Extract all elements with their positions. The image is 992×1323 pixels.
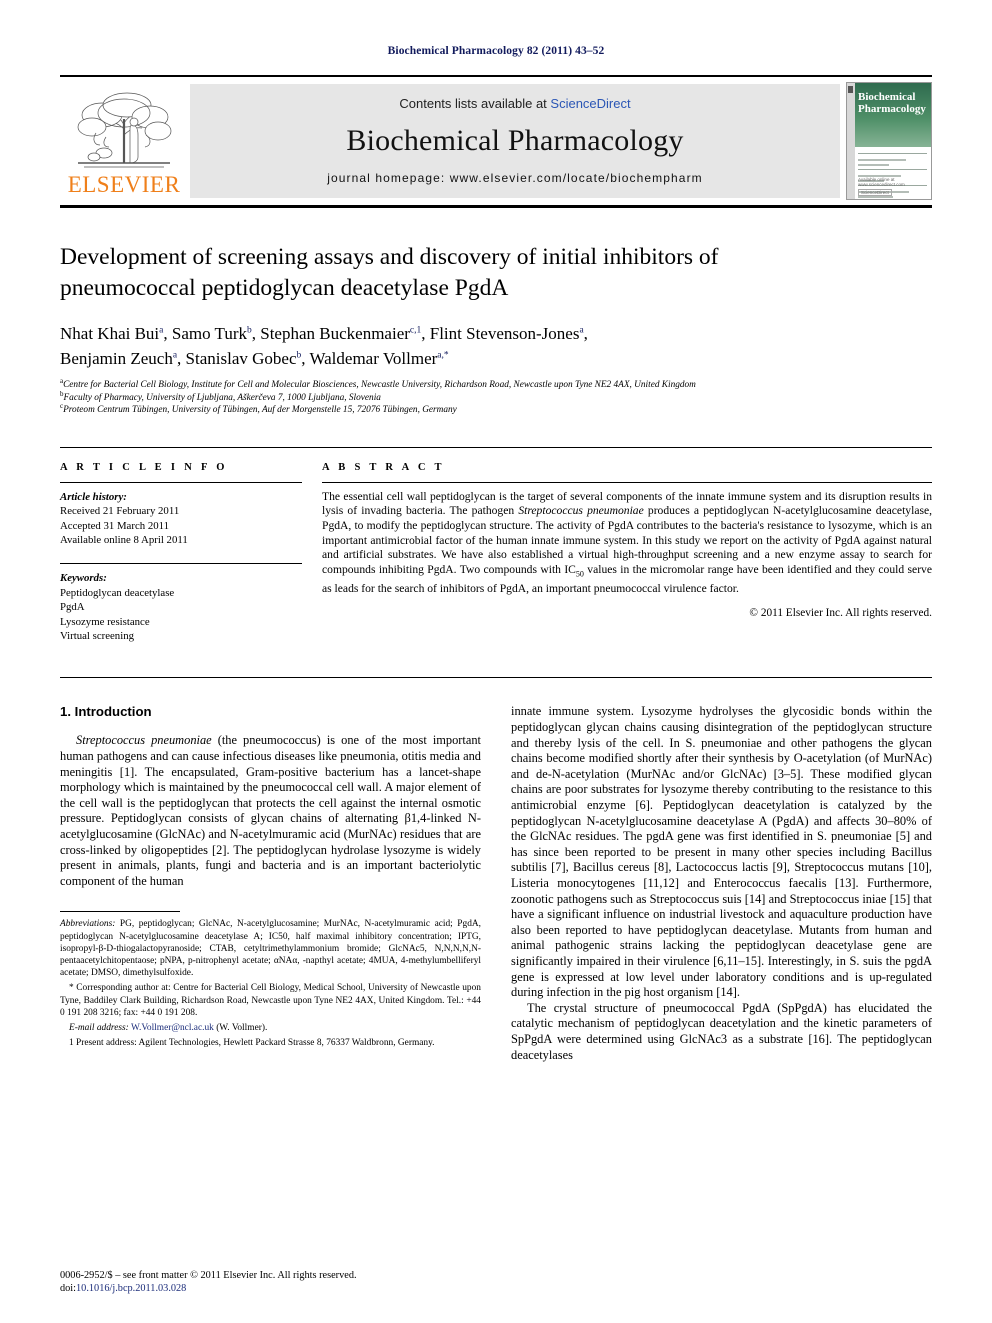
intro-paragraph-right-1: innate immune system. Lysozyme hydrolyse… [511,704,932,1000]
author-affil-mark: a [579,325,584,336]
keyword-item: Peptidoglycan deacetylase [60,586,175,599]
cover-title: Biochemical Pharmacology [858,91,928,115]
abbreviations-label: Abbreviations: [60,919,116,930]
journal-homepage[interactable]: journal homepage: www.elsevier.com/locat… [327,171,703,185]
elsevier-tree-icon [77,92,172,167]
author-name: Samo Turk [171,324,247,343]
author-affil-mark: a [159,325,164,336]
article-info-heading: A R T I C L E I N F O [60,461,228,473]
intro-species: Streptococcus pneumoniae [76,733,212,748]
author-affil-mark: c,1 [409,325,422,336]
elsevier-wordmark: ELSEVIER [67,171,181,197]
history-received: Received 21 February 2011 [60,505,180,518]
keywords-block: Keywords: Peptidoglycan deacetylase PgdA… [60,571,302,643]
article-history-label: Article history: [60,490,127,503]
abstract-species: Streptococcus pneumoniae [518,504,644,518]
journal-cover-thumbnail[interactable]: Biochemical Pharmacology Available onlin… [846,82,932,200]
keywords-label: Keywords: [60,572,107,585]
footnote-corresponding-author: * Corresponding author at: Centre for Ba… [60,983,481,1018]
article-title: Development of screening assays and disc… [60,244,719,301]
author-affil-mark: b [296,350,302,361]
author-name: Benjamin Zeuch [60,349,173,368]
cover-footer: Available online at www.sciencedirect.co… [858,177,927,196]
imprint-issn-line: 0006-2952/$ – see front matter © 2011 El… [60,1270,357,1281]
cover-title-line2: Pharmacology [858,103,926,115]
section-heading-introduction: 1. Introduction [60,704,152,720]
affiliation-text: Faculty of Pharmacy, University of Ljubl… [63,392,381,403]
journal-title: Biochemical Pharmacology [346,124,684,157]
footnote-abbreviations: Abbreviations: PG, peptidoglycan; GlcNAc… [60,918,481,979]
author-line-1: Nhat Khai Buia, Samo Turkb, Stephan Buck… [60,324,588,343]
keyword-item: Lysozyme resistance [60,615,150,628]
journal-article-page: Biochemical Pharmacology 82 (2011) 43–52 [0,0,992,1323]
abstract-text: The essential cell wall peptidoglycan is… [322,490,932,596]
author-affil-mark: b [247,325,252,336]
email-label: E-mail address: [69,1023,129,1033]
affiliation-text: Proteom Centrum Tübingen, University of … [63,405,457,416]
affiliations: aCentre for Bacterial Cell Biology, Inst… [60,377,932,417]
affiliation-c: cProteom Centrum Tübingen, University of… [60,403,932,417]
intro-paragraph-right-2: The crystal structure of pneumococcal Pg… [511,1000,932,1062]
doi-label: doi: [60,1283,77,1294]
imprint-doi-line: doi:10.1016/j.bcp.2011.03.028 [60,1282,357,1295]
cover-title-line1: Biochemical [858,91,916,103]
affiliation-text: Centre for Bacterial Cell Biology, Insti… [63,380,696,390]
author-name: Waldemar Vollmer [309,349,438,368]
author-affil-mark: a [172,350,178,361]
intro-left-text: (the pneumococcus) is one of the most im… [60,733,481,888]
abstract-copyright: © 2011 Elsevier Inc. All rights reserved… [749,607,932,620]
author-list: Nhat Khai Buia, Samo Turkb, Stephan Buck… [60,321,900,371]
author-name: Stanislav Gobec [185,349,297,368]
running-head: Biochemical Pharmacology 82 (2011) 43–52 [387,45,605,57]
email-suffix: (W. Vollmer). [213,1023,268,1033]
right-column: innate immune system. Lysozyme hydrolyse… [511,704,932,1063]
article-history: Article history: Received 21 February 20… [60,490,302,548]
imprint-block: 0006-2952/$ – see front matter © 2011 El… [60,1269,357,1295]
footnote-rule [60,911,180,913]
author-name: Nhat Khai Bui [60,324,160,343]
elsevier-logo: ELSEVIER [60,77,188,205]
article-info-column: A R T I C L E I N F O Article history: R… [60,462,322,660]
author-name: Stephan Buckenmaier [260,324,410,343]
sciencedirect-link[interactable]: ScienceDirect [550,96,630,111]
contents-prefix: Contents lists available at [399,96,551,111]
left-column: 1. Introduction Streptococcus pneumoniae… [60,704,481,1063]
body-columns: 1. Introduction Streptococcus pneumoniae… [60,704,932,1063]
abbreviations-text: PG, peptidoglycan; GlcNAc, N-acetylgluco… [60,919,481,979]
cover-footer-text: Available online at www.sciencedirect.co… [858,177,905,187]
cover-spine [847,83,855,199]
affiliation-a: aCentre for Bacterial Cell Biology, Inst… [60,377,932,392]
author-affil-mark: a,* [437,350,449,361]
doi-link[interactable]: 10.1016/j.bcp.2011.03.028 [76,1283,186,1294]
footnote-present-address: 1 Present address: Agilent Technologies,… [69,1038,435,1049]
abstract-column: A B S T R A C T The essential cell wall … [322,462,932,660]
intro-paragraph-left: Streptococcus pneumoniae (the pneumococc… [60,733,481,889]
keyword-item: PgdA [60,601,85,614]
cover-sciencedirect-badge: ScienceDirect [858,189,892,196]
abstract-subscript: 50 [575,569,584,579]
journal-band: Contents lists available at ScienceDirec… [190,84,840,198]
journal-masthead: ELSEVIER Contents lists available at Sci… [60,75,932,208]
keyword-item: Virtual screening [60,630,135,643]
footnote-email: E-mail address: W.Vollmer@ncl.ac.uk (W. … [60,1022,481,1034]
cover-contents-lines [858,153,927,198]
contents-line: Contents lists available at ScienceDirec… [399,96,630,111]
history-accepted: Accepted 31 March 2011 [60,519,170,532]
email-link[interactable]: W.Vollmer@ncl.ac.uk [131,1023,214,1033]
history-available: Available online 8 April 2011 [60,534,188,546]
author-name: Flint Stevenson-Jones [429,324,580,343]
article-info-abstract-band: A R T I C L E I N F O Article history: R… [60,446,932,679]
footnotes-block: Abbreviations: PG, peptidoglycan; GlcNAc… [60,911,481,1049]
author-line-2: Benjamin Zeucha, Stanislav Gobecb, Walde… [60,349,449,368]
abstract-heading: A B S T R A C T [322,461,445,473]
affiliation-b: bFaculty of Pharmacy, University of Ljub… [60,390,932,405]
